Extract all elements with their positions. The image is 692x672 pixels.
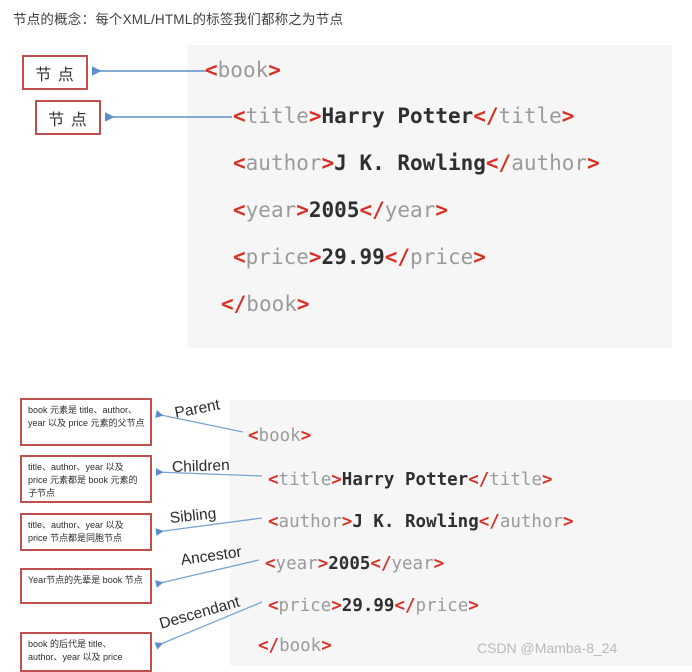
tag-name: year [391, 554, 434, 574]
page-title: 节点的概念：每个XML/HTML的标签我们都称之为节点 [13, 12, 344, 27]
bracket-close: > [587, 151, 600, 175]
tag-name: year [275, 554, 318, 574]
bracket-close: > [317, 554, 329, 574]
bracket-close: > [268, 58, 281, 82]
bracket-close: > [321, 151, 335, 175]
code-line-book-open-2: <book> [248, 426, 312, 446]
element-text: 29.99 [341, 596, 395, 616]
code-line-price-2: <price>29.99</price> [268, 596, 479, 616]
bracket-close: > [433, 554, 445, 574]
code-line-author-2: <author>J K. Rowling</author> [268, 512, 574, 532]
tag-name: price [415, 596, 469, 616]
bracket-close: > [296, 198, 309, 222]
element-text: J K. Rowling [334, 151, 486, 175]
element-text: 2005 [308, 198, 360, 222]
bracket-open: < [268, 596, 279, 616]
element-text: Harry Potter [321, 104, 474, 128]
bracket-open: < [268, 512, 279, 532]
relationship-label-children: Children [171, 456, 230, 476]
description-box-children: title、author、year 以及 price 元素都是 book 元素的… [20, 455, 152, 503]
bracket-open: < [233, 245, 246, 269]
bracket-open: < [265, 554, 276, 574]
node-label-text: 节 点 [48, 111, 88, 129]
bracket-open: < [233, 151, 246, 175]
tag-name: book [246, 292, 297, 316]
bracket-close: > [563, 512, 574, 532]
tag-name: author [245, 151, 322, 175]
tag-name: title [245, 104, 309, 128]
bracket-open-slash: </ [384, 245, 411, 269]
element-text: Harry Potter [341, 470, 469, 490]
bracket-open-slash: </ [478, 512, 500, 532]
code-line-book-close: </book> [221, 294, 310, 315]
code-line-title-2: <title>Harry Potter</title> [268, 470, 553, 490]
element-text: J K. Rowling [352, 512, 479, 532]
description-box-parent: book 元素是 title、author、year 以及 price 元素的父… [20, 398, 152, 446]
tag-name: title [489, 470, 542, 490]
tag-name: book [279, 636, 322, 656]
bracket-open: < [248, 426, 259, 446]
bracket-close: > [321, 636, 332, 656]
tag-name: author [278, 512, 342, 532]
node-label-text: 节 点 [35, 66, 75, 84]
bracket-open: < [233, 104, 246, 128]
description-text: title、author、year 以及 price 元素都是 book 元素的… [28, 462, 138, 499]
tag-name: title [278, 470, 332, 490]
tag-name: author [499, 512, 564, 532]
description-text: book 的后代是 title、author、year 以及 price [28, 639, 123, 663]
bracket-close: > [561, 104, 575, 128]
bracket-open-slash: </ [394, 596, 416, 616]
tag-name: author [511, 151, 588, 175]
bracket-open: < [233, 198, 246, 222]
relationship-label-sibling: Sibling [169, 505, 218, 527]
bracket-close: > [331, 470, 342, 490]
bracket-open: < [205, 58, 218, 82]
bracket-close: > [308, 245, 322, 269]
tag-name: book [217, 58, 269, 82]
code-line-year-2: <year>2005</year> [265, 554, 445, 574]
tag-name: year [245, 198, 297, 222]
tag-name: price [245, 245, 309, 269]
code-line-book-close-2: </book> [258, 636, 332, 656]
bracket-open-slash: </ [370, 554, 392, 574]
bracket-close: > [300, 426, 312, 446]
bracket-open: < [268, 470, 279, 490]
bracket-open-slash: </ [258, 636, 280, 656]
tag-name: year [384, 198, 436, 222]
relationship-label-parent: Parent [173, 396, 222, 422]
tag-name: price [278, 596, 332, 616]
code-line-author: <author>J K. Rowling</author> [233, 153, 600, 174]
description-text: Year节点的先辈是 book 节点 [28, 575, 143, 585]
code-line-title: <title>Harry Potter</title> [233, 106, 574, 127]
node-label-box-1: 节 点 [22, 55, 88, 90]
tag-name: title [498, 104, 562, 128]
description-text: book 元素是 title、author、year 以及 price 元素的父… [28, 405, 145, 429]
bracket-close: > [341, 512, 353, 532]
description-box-ancestor: Year节点的先辈是 book 节点 [20, 568, 152, 604]
element-text: 2005 [328, 554, 371, 574]
description-box-sibling: title、author、year 以及 price 节点都是同胞节点 [20, 513, 152, 551]
code-line-year: <year>2005</year> [233, 200, 448, 221]
bracket-close: > [308, 104, 322, 128]
bracket-close: > [296, 292, 310, 316]
node-label-box-2: 节 点 [35, 100, 101, 135]
bracket-open-slash: </ [468, 470, 490, 490]
description-box-descendant: book 的后代是 title、author、year 以及 price [20, 632, 152, 672]
bracket-open-slash: </ [359, 198, 385, 222]
bracket-close: > [541, 470, 553, 490]
code-line-price: <price>29.99</price> [233, 247, 486, 268]
watermark: CSDN @Mamba-8_24 [477, 640, 618, 656]
bracket-close: > [468, 596, 479, 616]
tag-name: price [410, 245, 474, 269]
bracket-open-slash: </ [485, 151, 512, 175]
bracket-open-slash: </ [221, 292, 247, 316]
tag-name: book [258, 426, 301, 446]
bracket-close: > [331, 596, 342, 616]
code-line-book-open: <book> [205, 60, 281, 81]
bracket-open-slash: </ [473, 104, 499, 128]
bracket-close: > [435, 198, 448, 222]
bracket-close: > [473, 245, 486, 269]
element-text: 29.99 [321, 245, 385, 269]
description-text: title、author、year 以及 price 节点都是同胞节点 [28, 520, 124, 544]
